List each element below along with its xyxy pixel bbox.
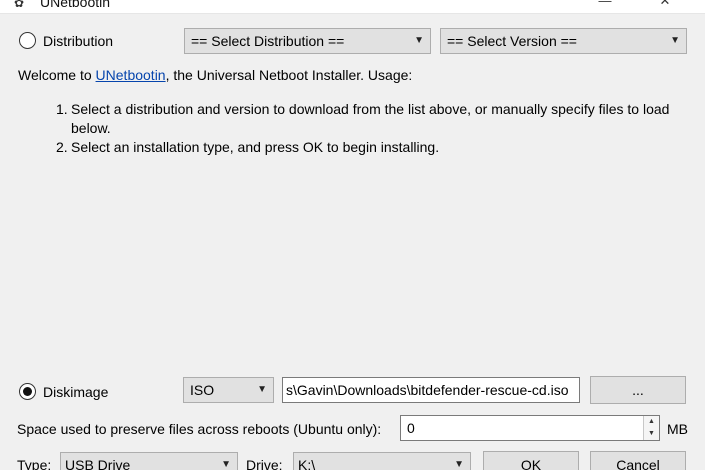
usage-step: 1. Select a distribution and version to … bbox=[56, 100, 676, 138]
chevron-down-icon: ▼ bbox=[221, 459, 231, 470]
chevron-up-icon[interactable]: ▲ bbox=[644, 416, 659, 428]
chevron-down-icon: ▼ bbox=[414, 35, 424, 46]
persistence-unit: MB bbox=[667, 421, 688, 437]
usage-step-text: Select a distribution and version to dow… bbox=[71, 101, 670, 136]
distribution-label: Distribution bbox=[43, 33, 114, 49]
minimize-button[interactable]: — bbox=[595, 0, 615, 10]
welcome-text: Welcome to UNetbootin, the Universal Net… bbox=[18, 67, 412, 83]
usage-step-number: 1. bbox=[56, 101, 68, 117]
chevron-down-icon: ▼ bbox=[670, 35, 680, 46]
type-select[interactable]: USB Drive ▼ bbox=[60, 452, 238, 470]
chevron-down-icon[interactable]: ▼ bbox=[644, 428, 659, 440]
ok-button[interactable]: OK bbox=[483, 451, 579, 470]
welcome-prefix: Welcome to bbox=[18, 67, 96, 83]
drive-select[interactable]: K:\ ▼ bbox=[293, 452, 471, 470]
persistence-label: Space used to preserve files across rebo… bbox=[17, 421, 382, 437]
distribution-select-value: == Select Distribution == bbox=[191, 33, 345, 49]
version-select-value: == Select Version == bbox=[447, 33, 577, 49]
type-select-value: USB Drive bbox=[65, 457, 131, 470]
usage-step-number: 2. bbox=[56, 139, 68, 155]
diskimage-label: Diskimage bbox=[43, 384, 109, 400]
image-format-select[interactable]: ISO ▼ bbox=[183, 377, 274, 403]
title-bar: ✿ UNetbootin — ✕ bbox=[0, 0, 705, 14]
unetbootin-link[interactable]: UNetbootin bbox=[96, 67, 166, 83]
image-path-field[interactable]: s\Gavin\Downloads\bitdefender-rescue-cd.… bbox=[282, 377, 580, 403]
chevron-down-icon: ▼ bbox=[257, 384, 267, 395]
diskimage-radio[interactable] bbox=[19, 383, 36, 400]
chevron-down-icon: ▼ bbox=[454, 459, 464, 470]
persistence-spinbox[interactable]: 0 ▲ ▼ bbox=[400, 415, 660, 441]
persistence-stepper[interactable]: ▲ ▼ bbox=[643, 416, 659, 440]
browse-button[interactable]: ... bbox=[590, 376, 686, 404]
persistence-value: 0 bbox=[407, 420, 415, 436]
usage-steps: 1. Select a distribution and version to … bbox=[56, 100, 676, 157]
welcome-suffix: , the Universal Netboot Installer. Usage… bbox=[165, 67, 413, 83]
usage-step: 2. Select an installation type, and pres… bbox=[56, 138, 676, 157]
version-select[interactable]: == Select Version == ▼ bbox=[440, 28, 687, 54]
unetbootin-icon: ✿ bbox=[14, 0, 25, 10]
close-button[interactable]: ✕ bbox=[655, 0, 675, 10]
drive-select-value: K:\ bbox=[298, 457, 316, 470]
distribution-radio[interactable] bbox=[19, 32, 36, 49]
usage-step-text: Select an installation type, and press O… bbox=[71, 139, 440, 155]
image-path-value: s\Gavin\Downloads\bitdefender-rescue-cd.… bbox=[286, 382, 569, 398]
cancel-button[interactable]: Cancel bbox=[590, 451, 686, 470]
image-format-value: ISO bbox=[190, 382, 215, 398]
distribution-select[interactable]: == Select Distribution == ▼ bbox=[184, 28, 431, 54]
drive-label: Drive: bbox=[246, 457, 283, 470]
type-label: Type: bbox=[17, 457, 52, 470]
window-title: UNetbootin bbox=[40, 0, 111, 10]
